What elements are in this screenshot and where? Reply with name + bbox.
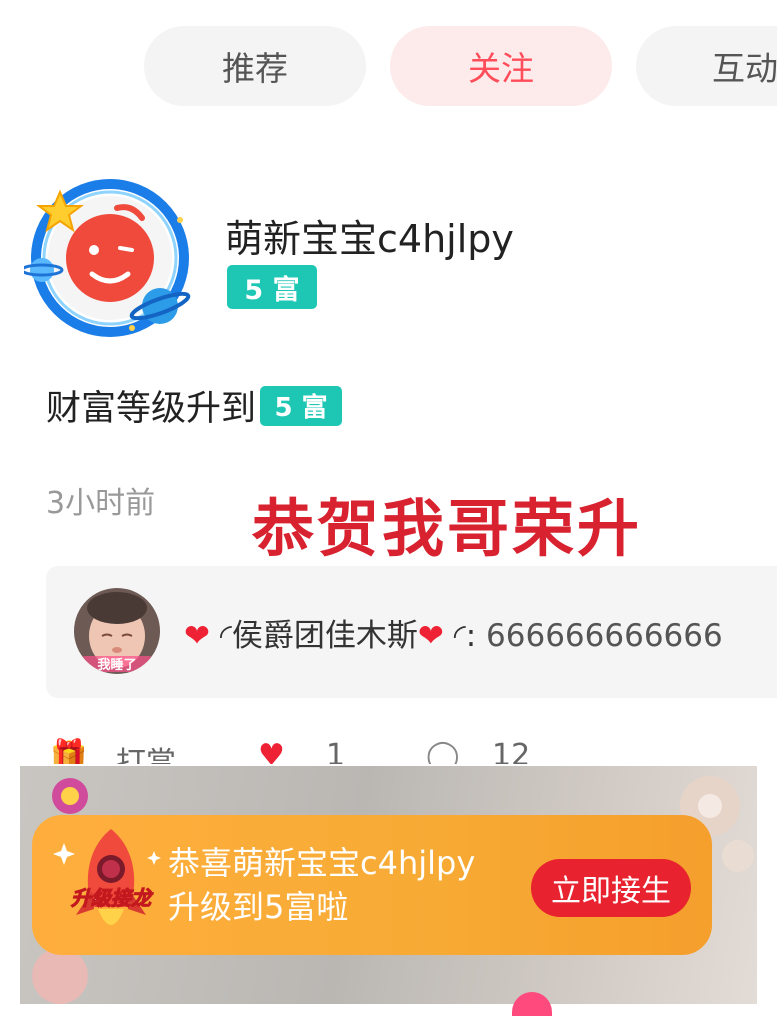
post-text: 财富等级升到 [46,389,257,429]
like-icon[interactable]: ♥ [258,738,285,764]
comment-author[interactable]: 侯爵团佳木斯 [232,618,418,654]
comment-prefix: ◜ [453,618,466,654]
join-now-button[interactable]: 立即接生 [531,859,691,917]
post-actions: 🎁 打赏 ♥ 1 ◯ 12 [46,738,646,764]
post-time: 3小时前 [46,486,156,521]
overlay-congrats-text: 恭贺我哥荣升 [252,492,643,565]
username[interactable]: 萌新宝宝c4hjlpy [225,208,514,263]
feed-tabs: 推荐 关注 互动 [0,26,777,110]
comment-content: 666666666666 [486,618,723,654]
tab-recommend[interactable]: 推荐 [144,26,366,106]
upgrade-promo-banner[interactable]: 升级接龙 恭喜萌新宝宝c4hjlpy 升级到5富啦 立即接生 [32,815,712,955]
promo-line-2: 升级到5富啦 [168,888,349,926]
avatar-caption: 我睡了 [97,657,136,673]
heart-icon: ❤ [184,618,210,654]
heart-icon: ❤ [417,618,444,654]
commenter-avatar[interactable]: 我睡了 [74,588,160,674]
comment-text: ❤ ◜侯爵团佳木斯❤ ◜: 666666666666 [184,610,723,655]
rocket-icon: 升级接龙 [53,829,161,925]
promo-message: 恭喜萌新宝宝c4hjlpy 升级到5富啦 [168,841,475,929]
comment-separator: : [465,618,477,654]
comment-prefix: ◜ [219,618,232,654]
wealth-badge: 5 富 [227,265,317,309]
avatar-frame-icon [20,179,191,337]
tab-interaction[interactable]: 互动 [636,26,777,106]
post-wealth-badge: 5 富 [260,385,343,426]
post-content: 财富等级升到 5 富 [46,380,343,431]
rocket-label: 升级接龙 [71,886,154,910]
comment-count: 12 [492,738,531,764]
user-avatar[interactable] [20,178,196,338]
reward-label[interactable]: 打赏 [116,738,176,764]
promo-line-1: 恭喜萌新宝宝c4hjlpy [168,844,476,882]
like-count: 1 [326,738,346,764]
gift-icon[interactable]: 🎁 [50,738,87,764]
comment-icon[interactable]: ◯ [426,738,460,764]
baby-photo-icon: 我睡了 [74,588,160,674]
comment-preview[interactable]: 我睡了 ❤ ◜侯爵团佳木斯❤ ◜: 666666666666 [46,566,777,698]
tab-follow[interactable]: 关注 [390,26,612,106]
